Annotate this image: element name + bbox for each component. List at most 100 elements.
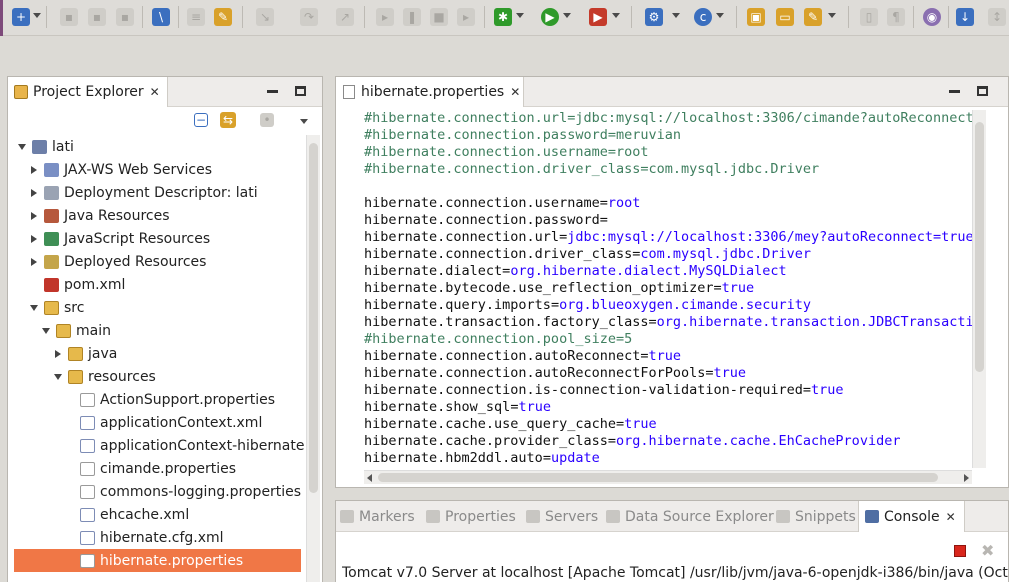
new-server-dropdown-arrow[interactable] [672,13,680,18]
project-tree-scrollbar[interactable] [306,135,320,582]
expand-arrow-icon[interactable] [42,327,50,334]
tree-item[interactable]: src [8,296,304,319]
file-icon [80,553,95,568]
tree-item[interactable]: resources [8,365,304,388]
collapse-arrow-icon[interactable] [31,188,37,197]
disconnect-icon[interactable]: ▸ [457,8,475,26]
collapse-arrow-icon[interactable] [55,349,61,358]
editor-vertical-scrollbar[interactable] [972,110,986,468]
tree-item[interactable]: main [8,319,304,342]
webservice-icon [44,162,59,177]
tree-item[interactable]: ehcache.xml [8,503,304,526]
step-return-icon[interactable]: ↗ [336,8,354,26]
tree-item[interactable]: Deployment Descriptor: lati [8,181,304,204]
suspend-icon[interactable]: ❚ [403,8,421,26]
maximize-icon[interactable] [295,86,306,96]
save-all-icon[interactable]: ▪ [88,8,106,26]
debug-dropdown-arrow[interactable] [516,13,524,18]
run-icon[interactable]: ▶ [541,8,559,26]
toggle-mark-occurrences-icon[interactable]: ▯ [860,8,878,26]
tab-properties[interactable]: Properties [426,501,516,532]
open-type-icon[interactable]: ▣ [747,8,765,26]
scrollbar-thumb[interactable] [309,143,318,493]
scrollbar-thumb[interactable] [378,473,938,482]
tab-servers[interactable]: Servers [526,501,598,532]
collapse-all-icon[interactable]: − [194,113,208,127]
next-annotation-icon[interactable]: ↓ [956,8,974,26]
skip-breakpoints-icon[interactable]: \ [152,8,170,26]
collapse-arrow-icon[interactable] [31,165,37,174]
show-whitespace-icon[interactable]: ¶ [887,8,905,26]
code-line: hibernate.connection.driver_class=com.my… [364,246,974,263]
close-icon[interactable]: ✕ [946,510,956,524]
save-icon[interactable]: ▪ [60,8,78,26]
tab-console[interactable]: Console ✕ [858,501,965,532]
tree-item[interactable]: cimande.properties [8,457,304,480]
run-dropdown-arrow[interactable] [563,13,571,18]
tree-item[interactable]: JAX-WS Web Services [8,158,304,181]
view-menu-icon[interactable] [300,119,308,124]
format-icon[interactable]: ≡ [187,8,205,26]
tree-item[interactable]: Java Resources [8,204,304,227]
tree-item[interactable]: lati [8,135,304,158]
collapse-arrow-icon[interactable] [31,257,37,266]
scroll-right-icon[interactable] [964,474,969,482]
focus-icon[interactable]: • [260,113,274,127]
step-into-icon[interactable]: ↘ [256,8,274,26]
tree-item[interactable]: commons-logging.properties [8,480,304,503]
external-tools-dropdown-arrow[interactable] [612,13,620,18]
scrollbar-thumb[interactable] [975,122,984,372]
tree-item[interactable]: Deployed Resources [8,250,304,273]
equals-sign: = [599,195,608,211]
external-tools-icon[interactable]: ▶ [589,8,607,26]
new-java-class-dropdown-arrow[interactable] [716,13,724,18]
collapse-arrow-icon[interactable] [31,234,37,243]
globe-icon[interactable]: ◉ [923,8,941,26]
editor-horizontal-scrollbar[interactable] [364,470,972,484]
expand-arrow-icon[interactable] [30,304,38,311]
new-server-icon[interactable]: ⚙ [645,8,663,26]
debug-icon[interactable]: ✱ [494,8,512,26]
tree-item[interactable]: applicationContext.xml [8,411,304,434]
link-with-editor-icon[interactable]: ⇆ [220,112,236,128]
tab-hibernate-properties[interactable]: hibernate.properties ✕ [336,77,524,107]
minimize-icon[interactable] [267,90,278,93]
terminate-icon[interactable] [954,545,966,557]
tab-project-explorer[interactable]: Project Explorer ✕ [8,77,168,107]
close-icon[interactable]: ✕ [510,85,520,99]
new-dropdown-arrow[interactable] [33,13,41,18]
build-icon[interactable]: ✎ [214,8,232,26]
collapse-arrow-icon[interactable] [31,211,37,220]
properties-text-editor[interactable]: #hibernate.connection.url=jdbc:mysql://l… [364,110,974,468]
tab-markers[interactable]: Markers [340,501,415,532]
new-icon[interactable]: + [12,8,30,26]
tree-item[interactable]: ActionSupport.properties [8,388,304,411]
new-java-class-icon[interactable]: c [694,8,712,26]
tree-item[interactable]: pom.xml [8,273,304,296]
previous-annotation-icon[interactable]: ↕ [988,8,1006,26]
close-icon[interactable]: ✕ [150,85,160,99]
tab-snippets[interactable]: Snippets [776,501,856,532]
open-folder-icon[interactable]: ▭ [776,8,794,26]
maximize-icon[interactable] [977,86,988,96]
tree-item[interactable]: hibernate.properties [14,549,301,572]
search-dropdown-arrow[interactable] [828,13,836,18]
scroll-left-icon[interactable] [367,474,372,482]
step-over-icon[interactable]: ↷ [300,8,318,26]
resume-icon[interactable]: ▸ [376,8,394,26]
tree-item[interactable]: hibernate.cfg.xml [8,526,304,549]
comment-text: #hibernate.connection.driver_class=com.m… [364,161,820,177]
search-icon[interactable]: ✎ [804,8,822,26]
tree-item[interactable]: applicationContext-hibernate.x [8,434,304,457]
tree-item[interactable]: JavaScript Resources [8,227,304,250]
print-icon[interactable]: ▪ [116,8,134,26]
expand-arrow-icon[interactable] [54,373,62,380]
expand-arrow-icon[interactable] [18,143,26,150]
tab-data-source-explorer[interactable]: Data Source Explorer [606,501,774,532]
tree-item-label: JavaScript Resources [64,230,211,247]
remove-launch-icon[interactable]: ✖ [981,541,994,560]
toolbar-separator [142,6,143,28]
minimize-icon[interactable] [949,90,960,93]
tree-item[interactable]: java [8,342,304,365]
terminate-icon[interactable]: ■ [430,8,448,26]
